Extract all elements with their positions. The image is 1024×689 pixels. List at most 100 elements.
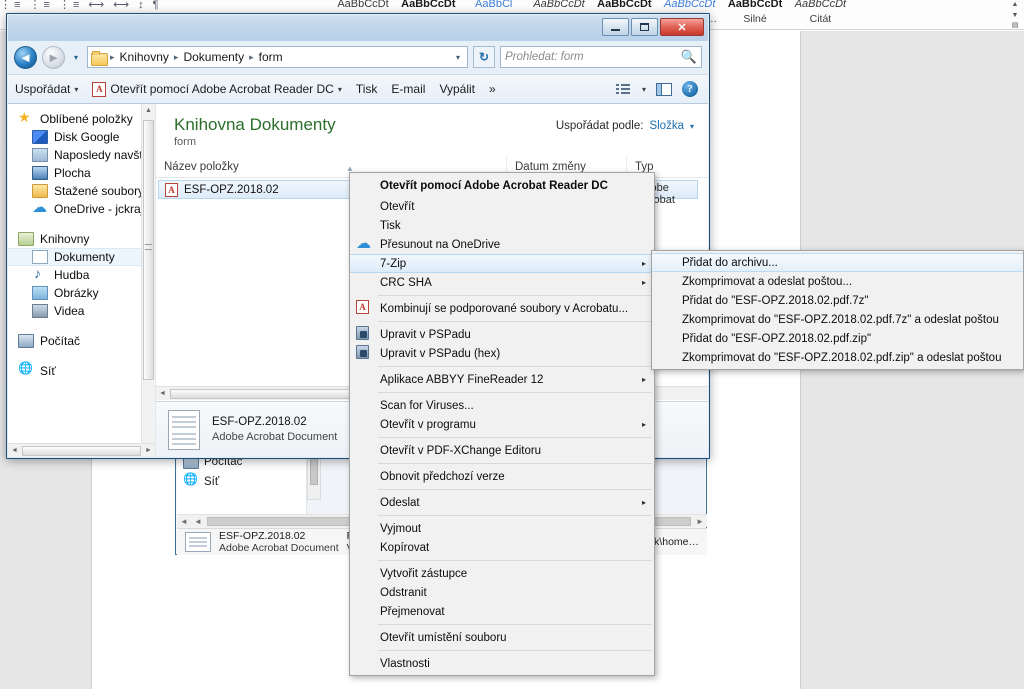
menu-item-open-with[interactable]: Otevřít v programu ▸ <box>350 415 654 434</box>
window-titlebar[interactable]: ✕ <box>8 15 708 41</box>
scroll-more-icon[interactable]: ▤ <box>1012 21 1019 29</box>
scroll-left-icon[interactable]: ◄ <box>177 517 191 526</box>
address-dropdown-icon[interactable]: ▾ <box>452 53 464 62</box>
scrollbar-thumb[interactable] <box>143 120 154 380</box>
chevron-down-icon[interactable]: ▾ <box>690 122 694 131</box>
scroll-up-icon[interactable]: ▲ <box>142 104 155 118</box>
sidebar-item-downloads[interactable]: Stažené soubory <box>8 182 155 200</box>
close-button[interactable]: ✕ <box>660 18 704 36</box>
sidebar-item-videa[interactable]: Videa <box>8 302 155 320</box>
help-icon[interactable]: ? <box>682 81 698 97</box>
menu-item-open-file-location[interactable]: Otevřít umístění souboru <box>350 628 654 647</box>
navpane-horizontal-scrollbar[interactable]: ◄ ► <box>8 443 155 457</box>
sidebar-item-network[interactable]: Síť <box>177 472 306 492</box>
submenu-item-add-to-archive[interactable]: Přidat do archivu... <box>652 253 1023 272</box>
menu-item-open-in-pdfxchange[interactable]: Otevřít v PDF-XChange Editoru <box>350 441 654 460</box>
navigation-pane[interactable]: Oblíbené položky Disk Google Naposledy n… <box>8 104 156 457</box>
breadcrumb-item-2[interactable]: form <box>258 50 284 64</box>
style-chip[interactable]: AaBbCcDt Citát <box>789 0 851 26</box>
menu-item-scan-for-viruses[interactable]: Scan for Viruses... <box>350 396 654 415</box>
organize-button[interactable]: Uspořádat ▾ <box>15 82 78 96</box>
submenu-item-label: Zkomprimovat do "ESF-OPZ.2018.02.pdf.zip… <box>682 351 1002 364</box>
sidebar-item-pocitac[interactable]: Počítač <box>8 332 155 350</box>
menu-item-abbyy-finereader[interactable]: Aplikace ABBYY FineReader 12 ▸ <box>350 370 654 389</box>
breadcrumb[interactable]: ▸ Knihovny ▸ Dokumenty ▸ form ▾ <box>87 46 468 68</box>
menu-item-open-with-acrobat[interactable]: Otevřít pomocí Adobe Acrobat Reader DC <box>350 175 654 197</box>
forward-button[interactable]: ► <box>42 45 65 69</box>
context-menu[interactable]: Otevřít pomocí Adobe Acrobat Reader DC O… <box>349 172 655 676</box>
menu-item-edit-in-pspad[interactable]: Upravit v PSPadu <box>350 325 654 344</box>
arrange-value[interactable]: Složka <box>649 120 684 132</box>
address-bar[interactable]: ◄ ► ▾ ▸ Knihovny ▸ Dokumenty ▸ form ▾ ↻ … <box>8 41 708 73</box>
styles-gallery-scrollbar[interactable]: ▲ ▼ ▤ <box>1008 0 1022 29</box>
background-explorer-navpane[interactable]: Počítač Síť <box>177 452 307 514</box>
back-button[interactable]: ◄ <box>14 45 37 69</box>
style-chip[interactable]: AaBbCcDt Silné <box>724 0 786 26</box>
submenu-item-add-to-7z[interactable]: Přidat do "ESF-OPZ.2018.02.pdf.7z" <box>652 291 1023 310</box>
column-header-label: Datum změny <box>515 160 586 173</box>
scroll-down-icon[interactable]: ▼ <box>1012 11 1019 20</box>
sidebar-item-recent-places[interactable]: Naposledy navští <box>8 146 155 164</box>
sidebar-group-favorites[interactable]: Oblíbené položky <box>8 109 155 128</box>
command-toolbar[interactable]: Uspořádat ▾ Otevřít pomocí Adobe Acrobat… <box>8 74 708 104</box>
print-button[interactable]: Tisk <box>356 82 378 96</box>
menu-item-edit-in-pspad-hex[interactable]: Upravit v PSPadu (hex) <box>350 344 654 363</box>
menu-item-properties[interactable]: Vlastnosti <box>350 654 654 673</box>
window-controls[interactable]: ✕ <box>602 15 708 36</box>
search-input[interactable]: Prohledat: form 🔍 <box>500 46 702 68</box>
scrollbar-thumb[interactable] <box>22 445 141 456</box>
sidebar-item-dokumenty[interactable]: Dokumenty <box>8 248 155 266</box>
change-view-icon[interactable] <box>615 83 632 96</box>
menu-item-combine-in-acrobat[interactable]: Kombinují se podporované soubory v Acrob… <box>350 299 654 318</box>
menu-item-create-shortcut[interactable]: Vytvořit zástupce <box>350 564 654 583</box>
menu-item-cut[interactable]: Vyjmout <box>350 519 654 538</box>
refresh-button[interactable]: ↻ <box>473 46 495 68</box>
scroll-right-icon[interactable]: ► <box>142 447 155 454</box>
sidebar-item-onedrive[interactable]: OneDrive - jckraj <box>8 198 155 218</box>
menu-item-print[interactable]: Tisk <box>350 216 654 235</box>
breadcrumb-item-1[interactable]: Dokumenty <box>182 50 245 64</box>
preview-pane-icon[interactable] <box>656 82 672 96</box>
menu-item-send-to[interactable]: Odeslat ▸ <box>350 493 654 512</box>
background-explorer-vscrollbar[interactable] <box>307 452 321 500</box>
email-button[interactable]: E-mail <box>391 82 425 96</box>
recent-pages-button[interactable]: ▾ <box>70 53 82 62</box>
navpane-vertical-scrollbar[interactable]: ▲ <box>141 104 155 443</box>
scroll-left-icon[interactable]: ◄ <box>8 447 21 454</box>
maximize-button[interactable] <box>631 18 658 36</box>
menu-item-delete[interactable]: Odstranit <box>350 583 654 602</box>
sidebar-item-obrazky[interactable]: Obrázky <box>8 284 155 302</box>
menu-item-open[interactable]: Otevřít <box>350 197 654 216</box>
menu-item-rename[interactable]: Přejmenovat <box>350 602 654 621</box>
sidebar-group-label: Knihovny <box>40 232 90 246</box>
7zip-submenu[interactable]: Přidat do archivu... Zkomprimovat a odes… <box>651 250 1024 370</box>
submenu-item-compress-to-7z-and-email[interactable]: Zkomprimovat do "ESF-OPZ.2018.02.pdf.7z"… <box>652 310 1023 329</box>
scroll-up-icon[interactable]: ▲ <box>1012 0 1019 9</box>
menu-item-restore-previous-versions[interactable]: Obnovit předchozí verze <box>350 467 654 486</box>
sidebar-group-libraries[interactable]: Knihovny <box>8 230 155 248</box>
open-with-button[interactable]: Otevřít pomocí Adobe Acrobat Reader DC ▾ <box>92 81 342 97</box>
scroll-left-icon[interactable]: ◄ <box>156 390 169 397</box>
breadcrumb-item-0[interactable]: Knihovny <box>119 50 170 64</box>
menu-item-move-to-onedrive[interactable]: Přesunout na OneDrive <box>350 234 654 254</box>
menu-item-copy[interactable]: Kopírovat <box>350 538 654 557</box>
scroll-right-icon[interactable]: ► <box>693 517 707 526</box>
videos-icon <box>32 304 48 318</box>
submenu-item-add-to-zip[interactable]: Přidat do "ESF-OPZ.2018.02.pdf.zip" <box>652 329 1023 348</box>
sidebar-item-desktop[interactable]: Plocha <box>8 164 155 182</box>
sidebar-item-disk-google[interactable]: Disk Google <box>8 128 155 146</box>
minimize-button[interactable] <box>602 18 629 36</box>
sidebar-item-sit[interactable]: Síť <box>8 361 155 380</box>
toolbar-overflow-button[interactable]: » <box>489 82 496 96</box>
menu-item-7zip[interactable]: 7-Zip ▸ <box>350 254 654 273</box>
scroll-left-icon-2[interactable]: ◄ <box>191 517 205 526</box>
arrange-by-control[interactable]: Uspořádat podle: Složka ▾ <box>556 120 694 132</box>
sidebar-item-hudba[interactable]: Hudba <box>8 265 155 284</box>
submenu-item-compress-and-email[interactable]: Zkomprimovat a odeslat poštou... <box>652 272 1023 291</box>
submenu-item-compress-to-zip-and-email[interactable]: Zkomprimovat do "ESF-OPZ.2018.02.pdf.zip… <box>652 348 1023 367</box>
burn-button[interactable]: Vypálit <box>439 82 475 96</box>
view-chevron-down-icon[interactable]: ▾ <box>642 85 646 94</box>
toolbar-right-group[interactable]: ▾ ? <box>615 81 701 97</box>
menu-item-crc-sha[interactable]: CRC SHA ▸ <box>350 273 654 292</box>
